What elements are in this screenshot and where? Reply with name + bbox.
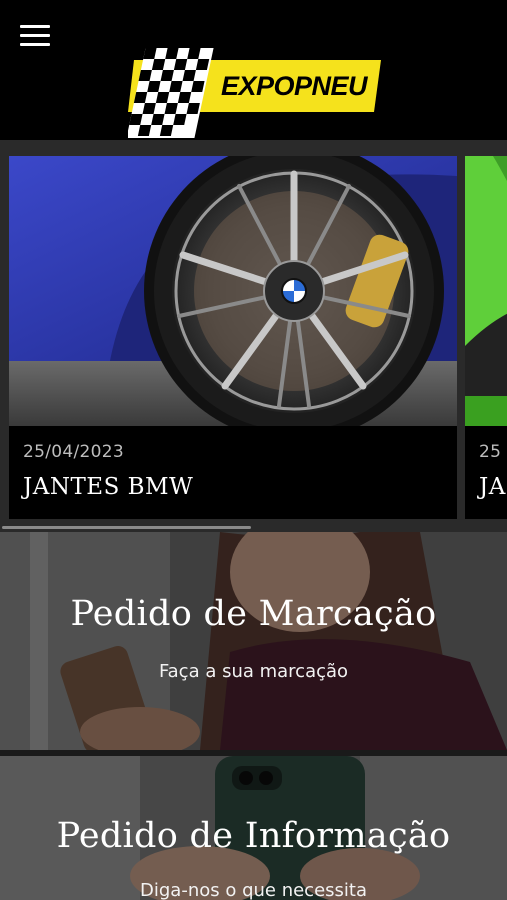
banner-subtitle: Diga-nos o que necessita (140, 880, 367, 900)
banner-subtitle: Faça a sua marcação (158, 661, 349, 682)
expopneu-logo[interactable]: EXPOPNEU (126, 46, 383, 142)
banner-title: Pedido de Marcação (70, 594, 437, 634)
news-title: JANTES BMW (23, 474, 194, 500)
header-divider (0, 140, 507, 156)
news-card[interactable]: 25/04/2023 JANTES BMW (9, 156, 457, 519)
news-carousel[interactable]: 25/04/2023 JANTES BMW 25 JA (0, 156, 507, 532)
app-header: EXPOPNEU (0, 0, 507, 140)
banner-title: Pedido de Informação (56, 816, 451, 856)
appointment-request-banner[interactable]: Pedido de Marcação Faça a sua marcação (0, 532, 507, 750)
news-title: JA (479, 474, 506, 500)
logo-text: EXPOPNEU (220, 71, 368, 101)
carousel-scrollbar[interactable] (2, 526, 251, 529)
green-car-image (465, 156, 507, 426)
banner-overlay (0, 532, 507, 750)
news-date: 25/04/2023 (23, 442, 124, 462)
news-card[interactable]: 25 JA (465, 156, 507, 519)
bmw-wheel-image (9, 156, 457, 426)
hamburger-menu-icon[interactable] (20, 25, 50, 47)
information-request-banner[interactable]: Pedido de Informação Diga-nos o que nece… (0, 756, 507, 900)
news-date: 25 (479, 442, 502, 462)
